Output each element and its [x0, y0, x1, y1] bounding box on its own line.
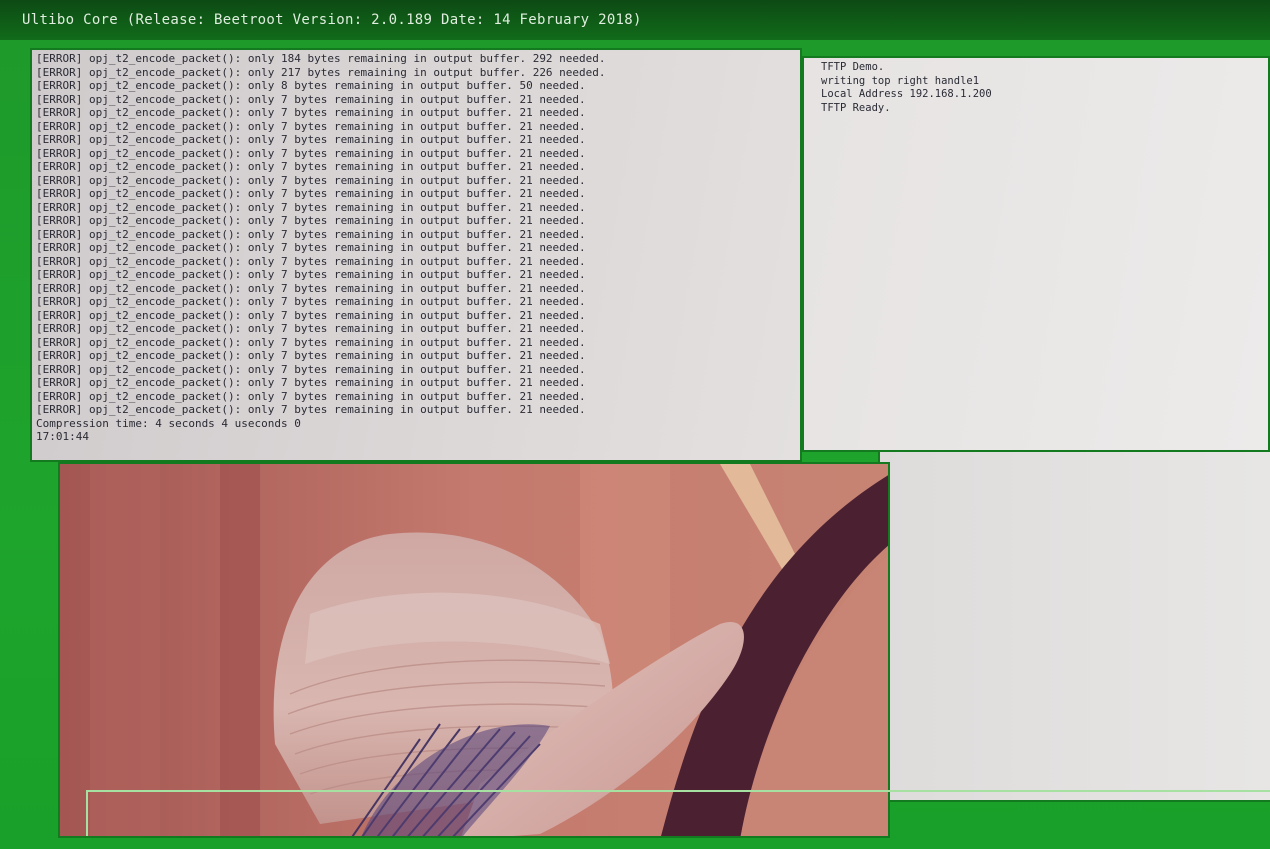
tftp-status-line: TFTP Demo. — [821, 61, 885, 73]
console-line: [ERROR] opj_t2_encode_packet(): only 8 b… — [36, 79, 586, 92]
monitor-screen: Ultibo Core (Release: Beetroot Version: … — [0, 0, 1270, 849]
console-line: [ERROR] opj_t2_encode_packet(): only 217… — [36, 65, 606, 79]
console-line: [ERROR] opj_t2_encode_packet(): only 7 b… — [36, 133, 586, 146]
console-line: [ERROR] opj_t2_encode_packet(): only 7 b… — [36, 322, 586, 335]
console-log-lines: [ERROR] opj_t2_encode_packet(): only 184… — [36, 52, 606, 444]
console-line: [ERROR] opj_t2_encode_packet(): only 7 b… — [36, 349, 586, 362]
hat-photo-image — [60, 464, 888, 836]
console-line: [ERROR] opj_t2_encode_packet(): only 7 b… — [36, 362, 586, 376]
console-line: [ERROR] opj_t2_encode_packet(): only 7 b… — [36, 335, 586, 349]
console-line: [ERROR] opj_t2_encode_packet(): only 7 b… — [36, 173, 586, 187]
console-line: [ERROR] opj_t2_encode_packet(): only 7 b… — [36, 106, 586, 119]
console-line: [ERROR] opj_t2_encode_packet(): only 7 b… — [36, 200, 586, 214]
console-line: [ERROR] opj_t2_encode_packet(): only 7 b… — [36, 160, 586, 173]
tftp-status-line: TFTP Ready. — [821, 101, 891, 114]
console-line: [ERROR] opj_t2_encode_packet(): only 7 b… — [36, 214, 586, 227]
console-log-panel[interactable]: [ERROR] opj_t2_encode_packet(): only 184… — [30, 48, 802, 462]
console-line: Compression time: 4 seconds 4 useconds 0 — [36, 416, 301, 430]
console-line: 17:01:44 — [36, 430, 89, 443]
console-line: [ERROR] opj_t2_encode_packet(): only 7 b… — [36, 92, 586, 106]
console-line: [ERROR] opj_t2_encode_packet(): only 7 b… — [36, 227, 586, 241]
console-line: [ERROR] opj_t2_encode_packet(): only 7 b… — [36, 254, 586, 268]
decoded-image-panel — [58, 462, 890, 838]
console-line: [ERROR] opj_t2_encode_packet(): only 7 b… — [36, 376, 586, 389]
tftp-status-lines: TFTP Demo. writing top right handle1 Local… — [821, 61, 992, 115]
tftp-status-panel[interactable]: TFTP Demo. writing top right handle1 Local… — [802, 56, 1270, 452]
console-line: [ERROR] opj_t2_encode_packet(): only 7 b… — [36, 268, 586, 281]
tftp-status-line: writing top right handle1 — [821, 74, 980, 87]
console-line: [ERROR] opj_t2_encode_packet(): only 7 b… — [36, 295, 586, 308]
console-line: [ERROR] opj_t2_encode_packet(): only 7 b… — [36, 308, 586, 322]
console-line: [ERROR] opj_t2_encode_packet(): only 7 b… — [36, 146, 586, 160]
console-line: [ERROR] opj_t2_encode_packet(): only 7 b… — [36, 281, 586, 295]
window-title: Ultibo Core (Release: Beetroot Version: … — [0, 0, 1270, 40]
console-line: [ERROR] opj_t2_encode_packet(): only 184… — [36, 52, 606, 65]
console-line: [ERROR] opj_t2_encode_packet(): only 7 b… — [36, 403, 586, 416]
console-line: [ERROR] opj_t2_encode_packet(): only 7 b… — [36, 389, 586, 403]
console-line: [ERROR] opj_t2_encode_packet(): only 7 b… — [36, 187, 586, 200]
console-line: [ERROR] opj_t2_encode_packet(): only 7 b… — [36, 119, 586, 133]
console-line: [ERROR] opj_t2_encode_packet(): only 7 b… — [36, 241, 586, 254]
empty-panel — [878, 452, 1270, 802]
tftp-status-line: Local Address 192.168.1.200 — [821, 88, 992, 100]
